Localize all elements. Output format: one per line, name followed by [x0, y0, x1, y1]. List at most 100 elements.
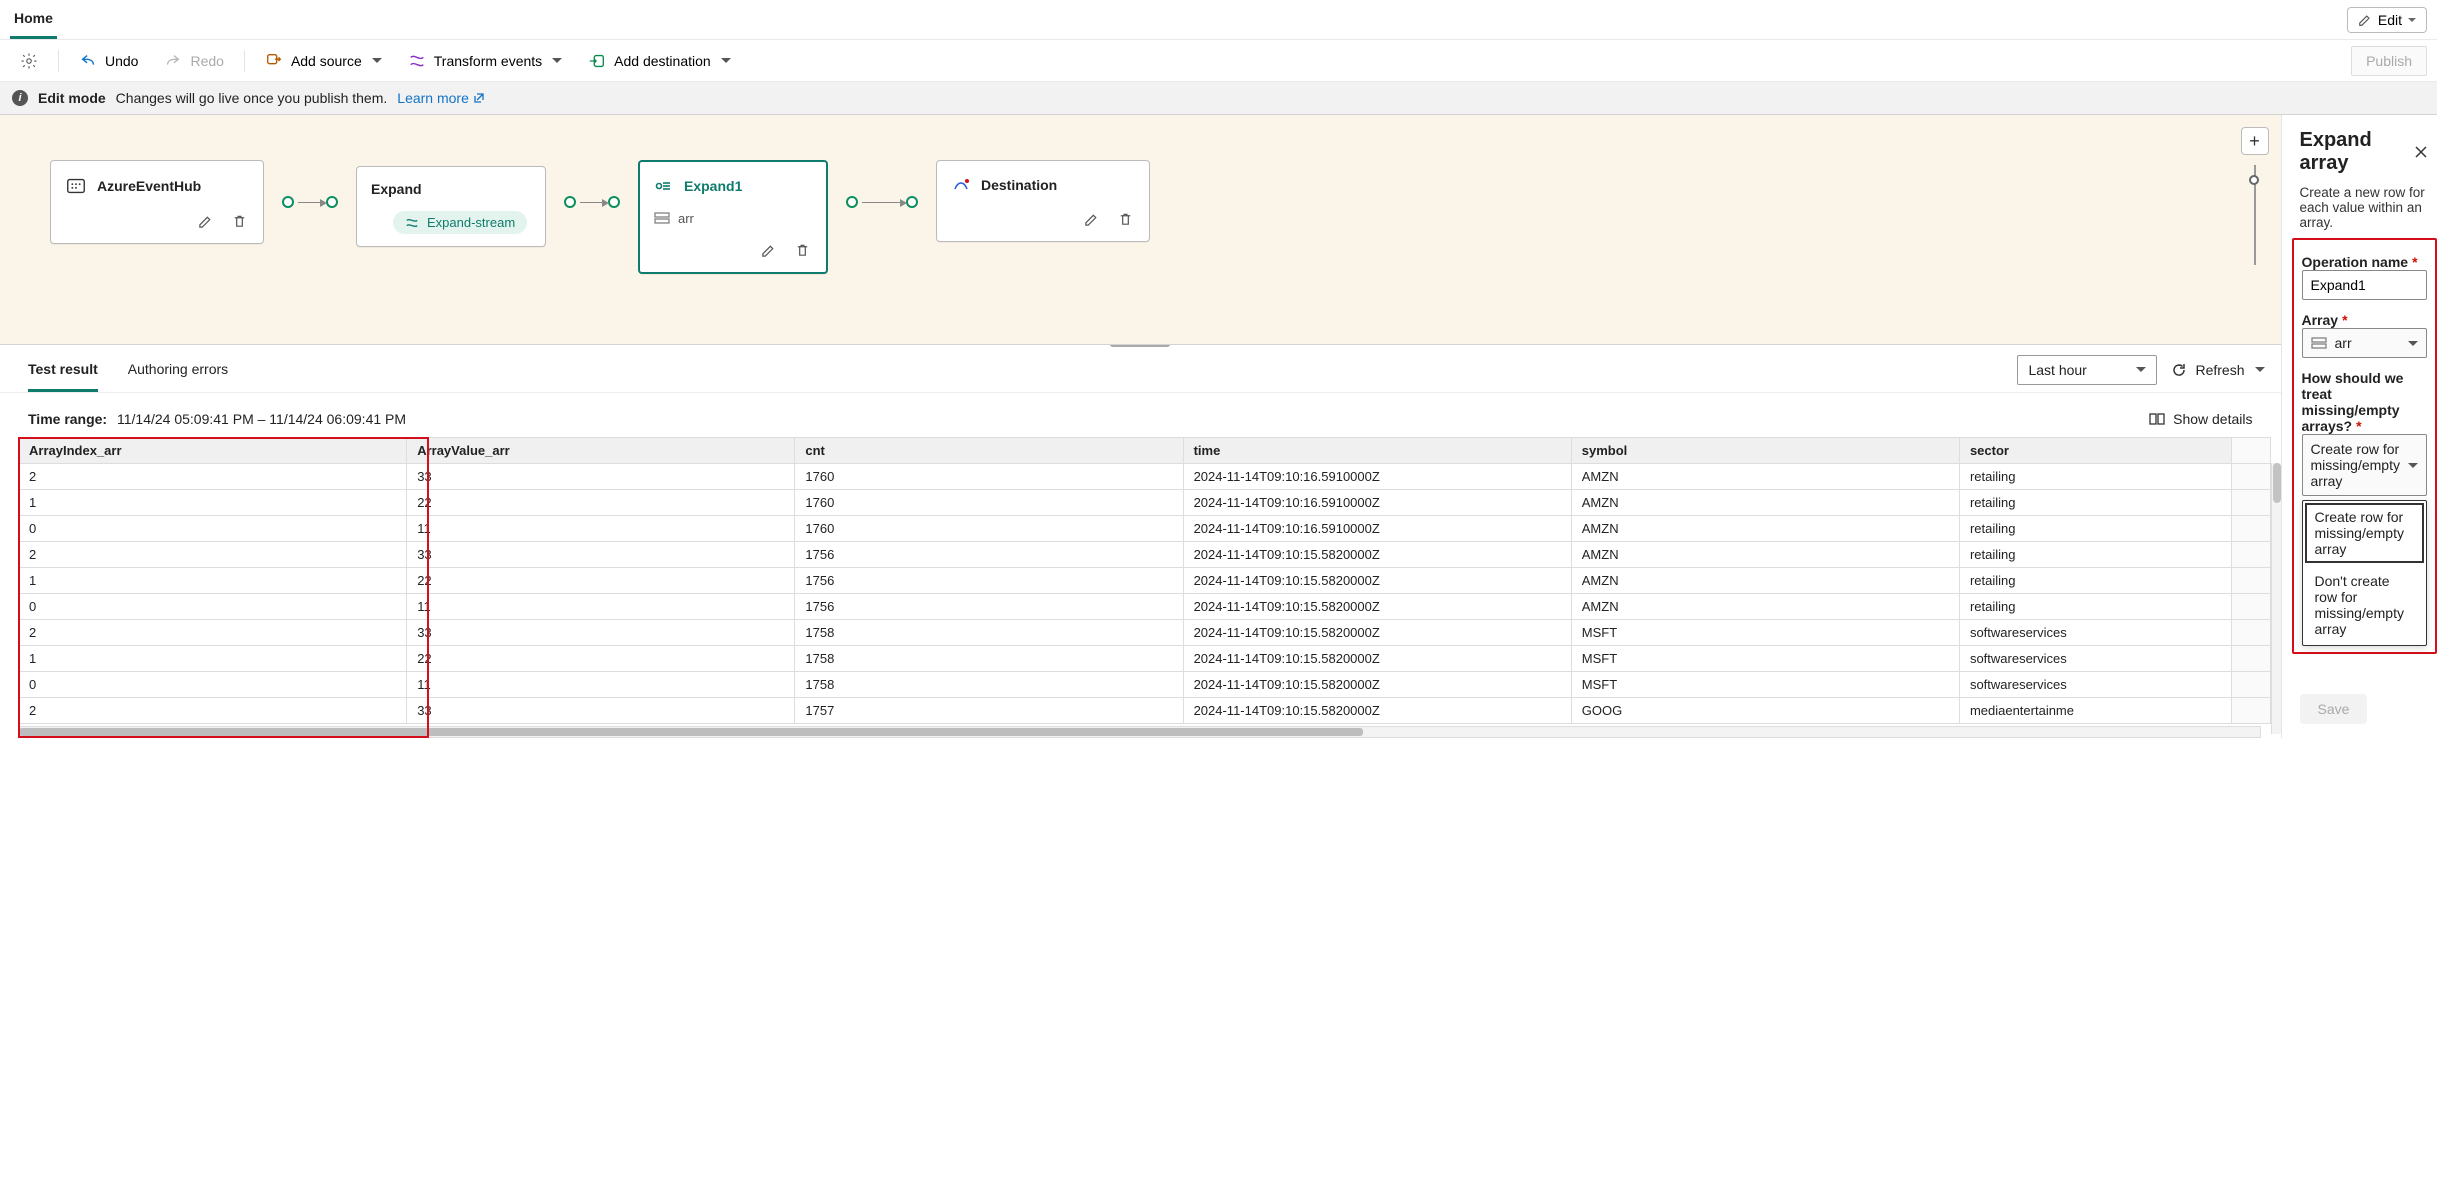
show-details-button[interactable]: Show details — [2149, 411, 2252, 427]
table-row[interactable]: 01117602024-11-14T09:10:16.5910000ZAMZNr… — [19, 516, 2271, 542]
input-port[interactable] — [608, 196, 620, 208]
edge-arrow — [862, 202, 902, 203]
table-cell: 11 — [407, 594, 795, 620]
missing-select[interactable]: Create row for missing/empty array — [2302, 434, 2427, 496]
horizontal-scrollbar[interactable] — [18, 726, 2261, 738]
gear-icon — [20, 52, 38, 70]
table-row[interactable]: 23317562024-11-14T09:10:15.5820000ZAMZNr… — [19, 542, 2271, 568]
node-destination[interactable]: Destination — [936, 160, 1150, 242]
chevron-down-icon — [2408, 341, 2418, 346]
table-cell: 33 — [407, 542, 795, 568]
settings-button[interactable] — [10, 47, 48, 75]
table-cell: 2 — [19, 464, 407, 490]
table-cell: 33 — [407, 464, 795, 490]
table-row[interactable]: 01117582024-11-14T09:10:15.5820000ZMSFTs… — [19, 672, 2271, 698]
learn-more-label: Learn more — [397, 90, 469, 106]
transform-events-button[interactable]: Transform events — [398, 47, 572, 75]
scroll-thumb[interactable] — [19, 728, 1363, 736]
table-row[interactable]: 23317582024-11-14T09:10:15.5820000ZMSFTs… — [19, 620, 2271, 646]
time-range-label: Time range: — [28, 411, 107, 427]
zoom-slider[interactable] — [2254, 165, 2256, 265]
table-cell: softwareservices — [1959, 620, 2231, 646]
node-edit-button[interactable] — [1079, 207, 1103, 231]
column-header[interactable]: ArrayIndex_arr — [19, 438, 407, 464]
add-destination-icon — [588, 52, 606, 70]
node-edit-button[interactable] — [756, 238, 780, 262]
node-expand1-title: Expand1 — [684, 178, 742, 194]
external-link-icon — [473, 92, 485, 104]
table-row[interactable]: 01117562024-11-14T09:10:15.5820000ZAMZNr… — [19, 594, 2271, 620]
refresh-icon — [2171, 362, 2187, 378]
divider — [58, 50, 59, 72]
expand-chip: Expand-stream — [393, 211, 527, 234]
table-cell: 2 — [19, 698, 407, 724]
transform-icon — [408, 52, 426, 70]
zoom-thumb[interactable] — [2249, 175, 2259, 185]
chevron-down-icon — [2408, 463, 2418, 468]
output-port[interactable] — [564, 196, 576, 208]
edit-button[interactable]: Edit — [2347, 7, 2427, 33]
table-row[interactable]: 23317602024-11-14T09:10:16.5910000ZAMZNr… — [19, 464, 2271, 490]
vertical-scrollbar[interactable] — [2271, 463, 2281, 734]
node-delete-button[interactable] — [1113, 207, 1137, 231]
publish-label: Publish — [2366, 53, 2412, 69]
table-row[interactable]: 12217582024-11-14T09:10:15.5820000ZMSFTs… — [19, 646, 2271, 672]
trash-icon — [1118, 212, 1133, 227]
eventhub-icon — [65, 175, 87, 197]
column-header[interactable]: symbol — [1571, 438, 1959, 464]
node-expand[interactable]: Expand Expand-stream — [356, 166, 546, 247]
chevron-down-icon — [372, 58, 382, 63]
table-cell: softwareservices — [1959, 672, 2231, 698]
learn-more-link[interactable]: Learn more — [397, 90, 485, 106]
node-delete-button[interactable] — [790, 238, 814, 262]
refresh-button[interactable]: Refresh — [2171, 362, 2264, 378]
table-cell: retailing — [1959, 490, 2231, 516]
tab-home[interactable]: Home — [10, 0, 57, 39]
zoom-in-button[interactable]: + — [2241, 127, 2269, 155]
add-source-button[interactable]: Add source — [255, 47, 392, 75]
column-header[interactable]: sector — [1959, 438, 2231, 464]
dropdown-option[interactable]: Don't create row for missing/empty array — [2303, 565, 2426, 645]
missing-label: How should we treat missing/empty arrays… — [2302, 370, 2404, 434]
option-label: Create row for missing/empty array — [2315, 509, 2404, 557]
table-cell: MSFT — [1571, 672, 1959, 698]
tab-authoring-errors[interactable]: Authoring errors — [128, 347, 228, 392]
show-details-label: Show details — [2173, 411, 2252, 427]
column-header[interactable]: ArrayValue_arr — [407, 438, 795, 464]
table-row[interactable]: 12217562024-11-14T09:10:15.5820000ZAMZNr… — [19, 568, 2271, 594]
node-edit-button[interactable] — [193, 209, 217, 233]
output-port[interactable] — [846, 196, 858, 208]
add-destination-button[interactable]: Add destination — [578, 47, 741, 75]
table-cell: retailing — [1959, 542, 2231, 568]
side-panel: Expand array Create a new row for each v… — [2281, 115, 2437, 738]
operation-name-input[interactable] — [2302, 270, 2427, 300]
column-header[interactable]: cnt — [795, 438, 1183, 464]
node-expand-title: Expand — [371, 181, 422, 197]
array-select[interactable]: arr — [2302, 328, 2427, 358]
add-dest-label: Add destination — [614, 53, 711, 69]
scroll-thumb[interactable] — [2273, 463, 2281, 503]
required-mark: * — [2412, 254, 2417, 270]
node-delete-button[interactable] — [227, 209, 251, 233]
table-cell: 33 — [407, 620, 795, 646]
redo-icon — [164, 52, 182, 70]
dropdown-option[interactable]: Create row for missing/empty array — [2303, 501, 2426, 565]
table-cell: 2024-11-14T09:10:16.5910000Z — [1183, 464, 1571, 490]
table-row[interactable]: 23317572024-11-14T09:10:15.5820000ZGOOGm… — [19, 698, 2271, 724]
node-source[interactable]: AzureEventHub — [50, 160, 264, 244]
node-expand1[interactable]: Expand1 arr — [638, 160, 828, 274]
close-button[interactable] — [2413, 144, 2429, 160]
refresh-label: Refresh — [2195, 362, 2244, 378]
column-header[interactable]: time — [1183, 438, 1571, 464]
undo-button[interactable]: Undo — [69, 47, 148, 75]
arr-text: arr — [678, 211, 694, 226]
output-port[interactable] — [282, 196, 294, 208]
tab-test-result[interactable]: Test result — [28, 347, 98, 392]
table-cell: 1760 — [795, 516, 1183, 542]
input-port[interactable] — [906, 196, 918, 208]
table-cell: 22 — [407, 646, 795, 672]
table-row[interactable]: 12217602024-11-14T09:10:16.5910000ZAMZNr… — [19, 490, 2271, 516]
time-filter-select[interactable]: Last hour — [2017, 355, 2157, 385]
input-port[interactable] — [326, 196, 338, 208]
table-cell: AMZN — [1571, 464, 1959, 490]
